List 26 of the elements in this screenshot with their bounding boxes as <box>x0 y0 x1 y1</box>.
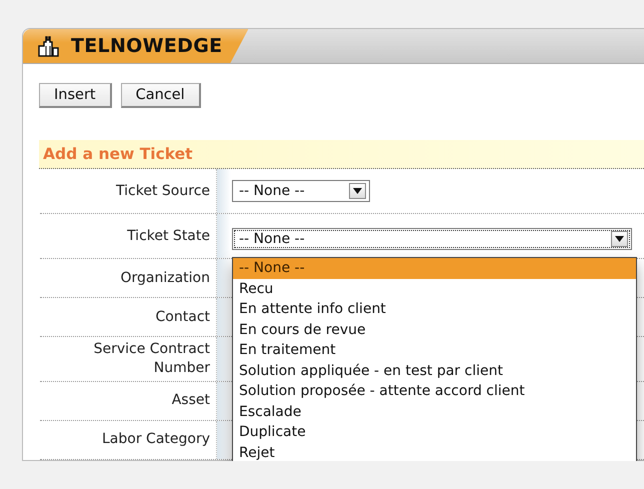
menu-option[interactable]: -- None -- <box>233 258 636 278</box>
field-label: Organization <box>119 268 211 288</box>
field-label: Service Contract Number <box>92 340 211 378</box>
select-field[interactable]: -- None -- <box>232 228 632 250</box>
menu-option[interactable]: En cours de revue <box>233 320 636 340</box>
menu-option[interactable]: En attente info client <box>233 299 636 320</box>
menu-option[interactable]: Solution appliquée - en test par client <box>233 360 636 381</box>
section-title: Add a new Ticket <box>39 140 644 169</box>
app-title: TELNOWEDGE <box>71 35 222 57</box>
menu-option[interactable]: Duplicate <box>233 422 636 442</box>
menu-option[interactable]: Solution proposée - attente accord client <box>233 381 636 402</box>
menu-option[interactable]: En traitement <box>233 340 636 360</box>
caret-icon <box>615 236 624 242</box>
action-button[interactable]: Cancel <box>120 83 201 108</box>
field-label: Ticket State <box>126 226 211 246</box>
menu-option[interactable]: Escalade <box>233 402 636 422</box>
caret-icon <box>353 188 362 194</box>
menu-option[interactable]: Rejet <box>233 442 636 461</box>
buildings-icon <box>37 34 61 58</box>
menu-option[interactable]: Recu <box>233 278 636 299</box>
action-button[interactable]: Insert <box>39 83 112 108</box>
field-label: Ticket Source <box>115 182 211 201</box>
select-field[interactable]: -- None -- <box>232 180 370 202</box>
field-label: Labor Category <box>101 430 211 450</box>
field-label: Contact <box>154 308 211 327</box>
field-label: Asset <box>170 391 211 410</box>
